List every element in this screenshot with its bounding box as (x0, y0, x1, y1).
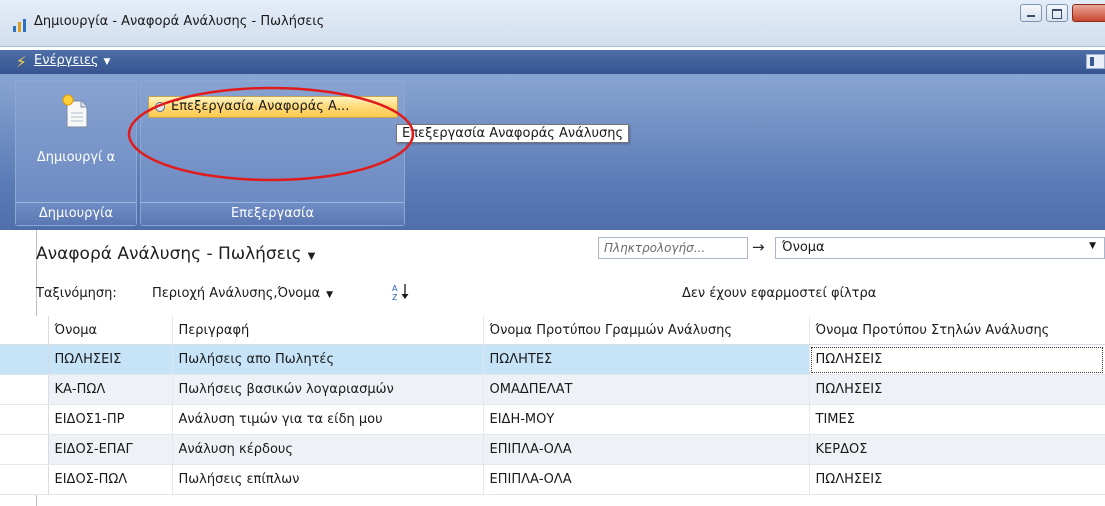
sort-direction-icon[interactable]: A Z (390, 282, 412, 302)
actions-menu-label: Ενέργειες (34, 53, 99, 68)
chevron-down-icon: ▼ (326, 290, 334, 300)
column-header-name[interactable]: Όνομα (48, 316, 173, 345)
row-selector[interactable] (0, 434, 49, 465)
cell-column-template[interactable]: ΠΩΛΗΣΕΙΣ (809, 374, 1105, 405)
maximize-button[interactable] (1046, 4, 1068, 22)
sort-field-dropdown[interactable]: Περιοχή Ανάλυσης,Όνομα ▼ (152, 286, 333, 301)
sort-label: Ταξινόμηση: (36, 286, 117, 301)
arrow-right-icon[interactable]: → (752, 238, 765, 256)
cell-name[interactable]: ΕΙΔΟΣ1-ΠΡ (48, 404, 173, 435)
table-row[interactable]: ΕΙΔΟΣ-ΕΠΑΓ Ανάλυση κέρδους ΕΠΙΠΛΑ-ΟΛΑ ΚΕ… (0, 434, 1105, 465)
cell-description[interactable]: Πωλήσεις απο Πωλητές (172, 344, 484, 375)
chevron-down-icon: ▼ (103, 57, 111, 67)
cell-column-template[interactable]: ΠΩΛΗΣΕΙΣ (809, 344, 1105, 375)
filter-status: Δεν έχουν εφαρμοστεί φίλτρα (682, 286, 877, 301)
cell-row-template[interactable]: ΟΜΑΔΠΕΛΑΤ (483, 374, 810, 405)
cell-description[interactable]: Πωλήσεις επίπλων (172, 464, 484, 495)
svg-text:Z: Z (392, 293, 398, 302)
row-selector[interactable] (0, 344, 49, 375)
bullet-icon (155, 102, 165, 112)
row-selector[interactable] (0, 464, 49, 495)
cell-column-template[interactable]: ΤΙΜΕΣ (809, 404, 1105, 435)
column-header-description[interactable]: Περιγραφή (172, 316, 484, 345)
cell-description[interactable]: Πωλήσεις βασικών λογαριασμών (172, 374, 484, 405)
analysis-reports-table: Όνομα Περιγραφή Όνομα Προτύπου Γραμμών Α… (0, 316, 1105, 495)
chevron-down-icon: ▼ (1089, 241, 1096, 251)
cell-column-template[interactable]: ΠΩΛΗΣΕΙΣ (809, 464, 1105, 495)
cell-row-template[interactable]: ΕΙΔΗ-ΜΟΥ (483, 404, 810, 435)
page-title[interactable]: Αναφορά Ανάλυσης - Πωλήσεις ▼ (36, 244, 315, 264)
cell-description[interactable]: Ανάλυση τιμών για τα είδη μου (172, 404, 484, 435)
lightning-bolt-icon: ⚡ (16, 53, 27, 71)
cell-column-template[interactable]: ΚΕΡΔΟΣ (809, 434, 1105, 465)
search-input[interactable] (598, 237, 748, 259)
search-field-select[interactable]: Όνομα ▼ (775, 237, 1105, 259)
minimize-button[interactable] (1020, 4, 1042, 22)
cell-name[interactable]: ΚΑ-ΠΩΛ (48, 374, 173, 405)
cell-row-template[interactable]: ΠΩΛΗΤΕΣ (483, 344, 810, 375)
close-button[interactable] (1072, 4, 1105, 22)
chevron-down-icon: ▼ (307, 251, 316, 262)
row-selector-header (0, 316, 49, 345)
group-label-create: Δημιουργία (16, 202, 136, 225)
row-selector[interactable] (0, 374, 49, 405)
column-header-column-template[interactable]: Όνομα Προτύπου Στηλών Ανάλυσης (809, 316, 1105, 345)
column-header-row-template[interactable]: Όνομα Προτύπου Γραμμών Ανάλυσης (483, 316, 810, 345)
cell-name[interactable]: ΕΙΔΟΣ-ΠΩΛ (48, 464, 173, 495)
search-field-value: Όνομα (782, 240, 825, 255)
tooltip: Επεξεργασία Αναφοράς Ανάλυσης (396, 124, 630, 143)
table-header-row: Όνομα Περιγραφή Όνομα Προτύπου Γραμμών Α… (0, 316, 1105, 345)
table-row[interactable]: ΕΙΔΟΣ1-ΠΡ Ανάλυση τιμών για τα είδη μου … (0, 404, 1105, 435)
title-bar: Δημιουργία - Αναφορά Ανάλυσης - Πωλήσεις (0, 0, 1105, 47)
row-selector[interactable] (0, 404, 49, 435)
sort-field-value: Περιοχή Ανάλυσης,Όνομα (152, 286, 321, 301)
table-row[interactable]: ΚΑ-ΠΩΛ Πωλήσεις βασικών λογαριασμών ΟΜΑΔ… (0, 374, 1105, 405)
table-row[interactable]: ΕΙΔΟΣ-ΠΩΛ Πωλήσεις επίπλων ΕΠΙΠΛΑ-ΟΛΑ ΠΩ… (0, 464, 1105, 495)
list-area: Αναφορά Ανάλυσης - Πωλήσεις ▼ → Όνομα ▼ Τ… (0, 230, 1105, 506)
cell-description[interactable]: Ανάλυση κέρδους (172, 434, 484, 465)
svg-text:A: A (392, 284, 398, 293)
app-chart-icon (13, 19, 26, 32)
window-title: Δημιουργία - Αναφορά Ανάλυσης - Πωλήσεις (34, 14, 325, 29)
page-title-text: Αναφορά Ανάλυσης - Πωλήσεις (36, 244, 302, 264)
actions-menu[interactable]: Ενέργειες ▼ (34, 53, 110, 68)
new-document-icon (62, 94, 88, 128)
table-row[interactable]: ΠΩΛΗΣΕΙΣ Πωλήσεις απο Πωλητές ΠΩΛΗΤΕΣ ΠΩ… (0, 344, 1105, 375)
create-button-label: Δημιουργί α (36, 150, 116, 165)
cell-row-template[interactable]: ΕΠΙΠΛΑ-ΟΛΑ (483, 464, 810, 495)
cell-row-template[interactable]: ΕΠΙΠΛΑ-ΟΛΑ (483, 434, 810, 465)
actions-bar: ⚡ Ενέργειες ▼ (0, 50, 1105, 74)
layout-toggle-icon[interactable] (1086, 54, 1105, 69)
cell-name[interactable]: ΕΙΔΟΣ-ΕΠΑΓ (48, 434, 173, 465)
cell-name[interactable]: ΠΩΛΗΣΕΙΣ (48, 344, 173, 375)
edit-analysis-report-button[interactable]: Επεξεργασία Αναφοράς Α... (148, 96, 398, 118)
edit-analysis-report-label: Επεξεργασία Αναφοράς Α... (171, 99, 350, 114)
create-button[interactable]: Δημιουργί α (21, 83, 131, 195)
ribbon-group-create: Δημιουργί α Δημιουργία (15, 80, 137, 226)
group-label-edit: Επεξεργασία (141, 202, 404, 225)
